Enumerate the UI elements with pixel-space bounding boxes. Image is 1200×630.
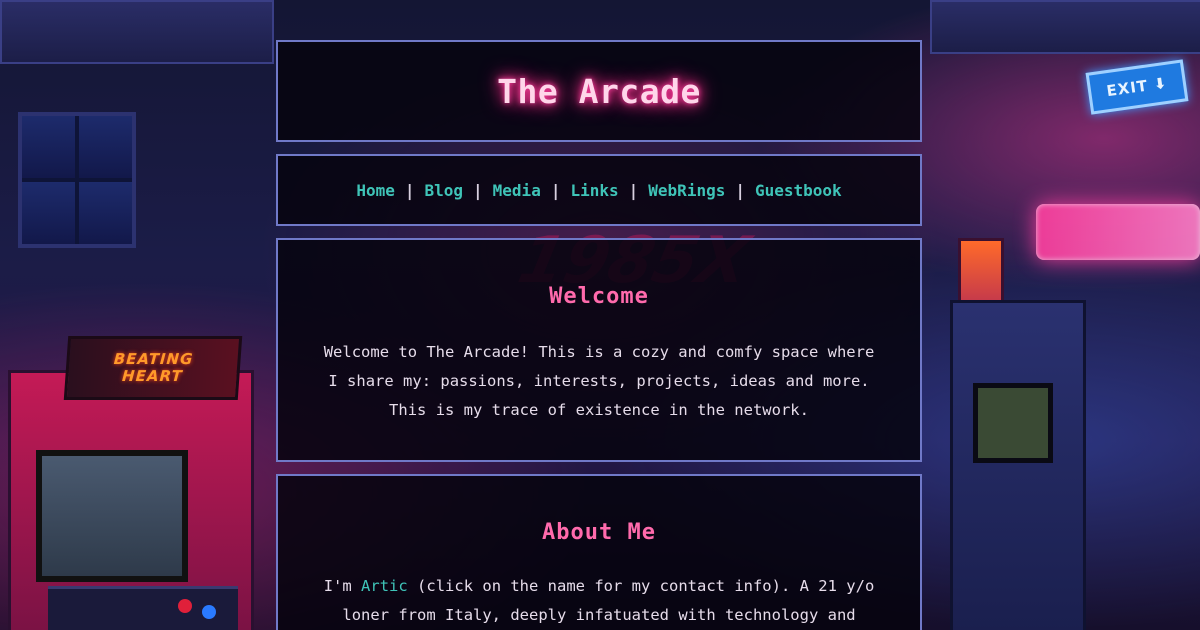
cabinet-body: [8, 370, 254, 630]
about-text-line: loner from Italy, deeply infatuated with…: [342, 606, 856, 624]
cabinet-screen: [36, 450, 188, 582]
nav-separator: |: [404, 180, 415, 200]
nav-link-guestbook[interactable]: Guestbook: [755, 181, 842, 200]
nav-separator: |: [735, 180, 745, 200]
about-text: I'm Artic (click on the name for my cont…: [296, 572, 902, 630]
welcome-section: Welcome Welcome to The Arcade! This is a…: [276, 238, 922, 462]
about-text-suffix: (click on the name for my contact info).…: [407, 577, 875, 595]
ceiling-shelf: [930, 0, 1200, 54]
arcade-button-icon: [178, 599, 192, 613]
contact-name-link[interactable]: Artic: [361, 577, 408, 595]
about-heading: About Me: [542, 520, 656, 545]
exit-sign-label: EXIT: [1105, 76, 1150, 101]
arcade-cabinet-right: [950, 300, 1086, 630]
welcome-heading: Welcome: [549, 284, 649, 309]
about-section: About Me I'm Artic (click on the name fo…: [276, 474, 922, 630]
cabinet-screen: [973, 383, 1053, 463]
nav-link-links[interactable]: Links: [570, 181, 618, 200]
site-title: The Arcade: [497, 71, 701, 111]
arcade-button-icon: [202, 605, 216, 619]
welcome-text-line: Welcome to The Arcade! This is a cozy an…: [323, 343, 875, 361]
nav-separator: |: [473, 180, 483, 200]
ceiling-shelf: [0, 0, 274, 64]
cabinet-control-panel: [48, 586, 238, 630]
site-header: The Arcade: [276, 40, 922, 142]
welcome-text-line: I share my: passions, interests, project…: [328, 372, 870, 390]
nav-link-blog[interactable]: Blog: [424, 181, 463, 200]
about-text-prefix: I'm: [323, 577, 362, 595]
cabinet-marquee: BEATING HEART: [63, 336, 243, 400]
main-nav: Home | Blog | Media | Links | WebRings |…: [276, 154, 922, 226]
nav-link-home[interactable]: Home: [356, 181, 395, 200]
neon-light: [1036, 204, 1200, 260]
background-window: [18, 112, 136, 248]
nav-separator: |: [628, 180, 639, 200]
down-arrow-icon: ⬇: [1152, 73, 1169, 94]
wall-poster: [958, 238, 1004, 344]
nav-link-webrings[interactable]: WebRings: [648, 181, 725, 200]
welcome-text: Welcome to The Arcade! This is a cozy an…: [296, 338, 902, 425]
arcade-cabinet-left: BEATING HEART: [8, 330, 258, 630]
exit-sign: EXIT ⬇: [1085, 59, 1189, 115]
nav-separator: |: [550, 180, 561, 200]
about-text-line: I'm Artic (click on the name for my cont…: [296, 572, 902, 601]
nav-link-media[interactable]: Media: [493, 181, 541, 200]
cabinet-marquee-text: BEATING HEART: [113, 350, 195, 385]
nav-links: Home | Blog | Media | Links | WebRings |…: [356, 181, 841, 200]
welcome-text-line: This is my trace of existence in the net…: [389, 401, 809, 419]
